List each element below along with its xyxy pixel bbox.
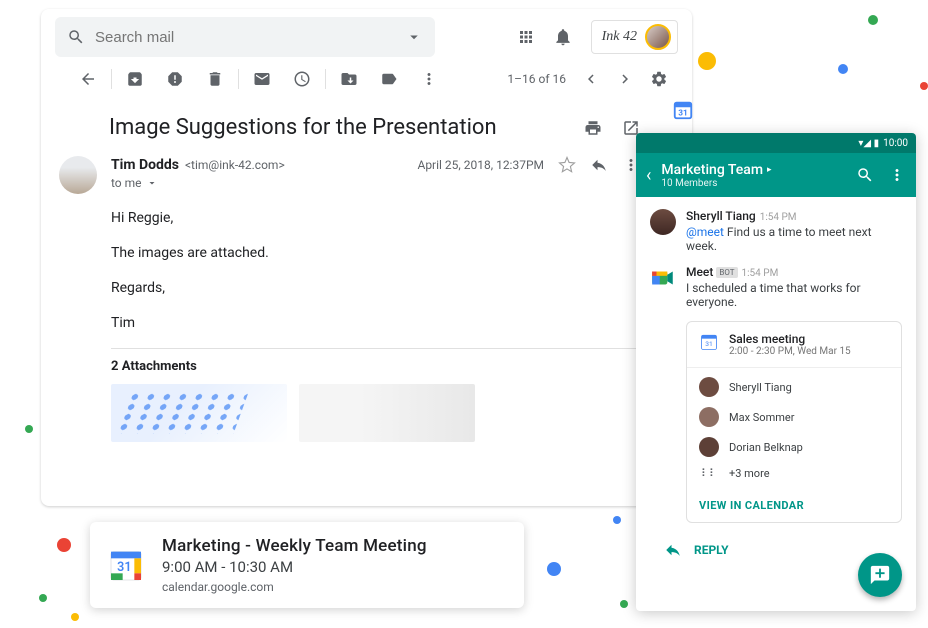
reply-arrow-icon (664, 541, 682, 559)
notification-title: Marketing - Weekly Team Meeting (162, 536, 427, 556)
fab-new-button[interactable] (858, 553, 902, 597)
svg-text:31: 31 (117, 560, 131, 575)
action-toolbar: 1–16 of 16 (55, 57, 678, 95)
add-message-icon (869, 564, 891, 586)
notification-time: 9:00 AM - 10:30 AM (162, 558, 427, 576)
notifications-icon[interactable] (553, 27, 573, 47)
chat-avatar (650, 209, 676, 235)
star-icon[interactable] (558, 156, 576, 174)
chat-message: Sheryll Tiang1:54 PM @meet Find us a tim… (650, 209, 902, 253)
svg-text:31: 31 (705, 340, 712, 348)
back-arrow-icon[interactable] (79, 70, 97, 88)
spam-icon[interactable] (166, 70, 184, 88)
reply-icon[interactable] (590, 156, 608, 174)
search-box[interactable] (55, 17, 435, 57)
to-line: to me (111, 176, 142, 190)
archive-icon[interactable] (126, 70, 144, 88)
attendee-row: Max Sommer (687, 402, 901, 432)
expand-recipients-icon[interactable] (146, 177, 158, 189)
view-in-calendar-button[interactable]: VIEW IN CALENDAR (687, 489, 901, 522)
meet-icon (650, 265, 676, 291)
event-title: Sales meeting (729, 332, 851, 346)
gmail-window: Ink 42 1–16 of 16 (41, 9, 692, 506)
search-input[interactable] (95, 29, 395, 46)
attendee-row: Dorian Belknap (687, 432, 901, 462)
search-icon (67, 28, 85, 46)
email-subject: Image Suggestions for the Presentation (109, 115, 584, 140)
attachment-2[interactable] (299, 384, 475, 442)
attachments-label: 2 Attachments (111, 359, 640, 374)
attendee-more[interactable]: ⠇⠇+3 more (687, 462, 901, 485)
mobile-search-icon[interactable] (856, 166, 874, 184)
notification-source: calendar.google.com (162, 580, 427, 594)
move-to-icon[interactable] (340, 70, 358, 88)
delete-icon[interactable] (206, 70, 224, 88)
chat-message: MeetBOT1:54 PM I scheduled a time that w… (650, 265, 902, 309)
mobile-chat-window: ▾◢ ▮ 10:00 ‹ Marketing Team ▸ 10 Members… (636, 133, 916, 611)
message-timestamp: April 25, 2018, 12:37PM (417, 158, 544, 172)
mobile-more-icon[interactable] (888, 166, 906, 184)
print-icon[interactable] (584, 119, 602, 137)
apps-icon[interactable] (517, 28, 535, 46)
bot-badge: BOT (716, 267, 737, 278)
event-time: 2:00 - 2:30 PM, Wed Mar 15 (729, 346, 851, 357)
sender-name: Tim Dodds (111, 157, 179, 173)
mark-unread-icon[interactable] (253, 70, 271, 88)
attachment-1[interactable] (111, 384, 287, 442)
brand-text: Ink 42 (602, 29, 637, 45)
room-members: 10 Members (661, 178, 771, 189)
user-avatar[interactable] (645, 24, 671, 50)
mention[interactable]: @meet (686, 225, 724, 239)
snooze-icon[interactable] (293, 70, 311, 88)
prev-page-icon[interactable] (582, 70, 600, 88)
calendar-mini-icon: 31 (699, 332, 719, 352)
email-body: Hi Reggie, The images are attached. Rega… (111, 208, 640, 334)
calendar-icon: 31 (106, 545, 146, 585)
sender-avatar (59, 156, 97, 194)
dropdown-caret-icon[interactable] (405, 28, 423, 46)
calendar-sidebar-icon[interactable]: 31 (672, 99, 694, 121)
sender-email: <tim@ink-42.com> (185, 158, 285, 172)
next-page-icon[interactable] (616, 70, 634, 88)
settings-icon[interactable] (650, 70, 668, 88)
svg-text:31: 31 (678, 109, 687, 119)
status-bar: ▾◢ ▮ 10:00 (636, 133, 916, 153)
event-card[interactable]: 31 Sales meeting 2:00 - 2:30 PM, Wed Mar… (686, 321, 902, 523)
brand-chip[interactable]: Ink 42 (591, 20, 678, 54)
attendee-row: Sheryll Tiang (687, 372, 901, 402)
calendar-notification[interactable]: 31 Marketing - Weekly Team Meeting 9:00 … (90, 522, 524, 608)
more-icon[interactable] (420, 70, 438, 88)
label-icon[interactable] (380, 70, 398, 88)
mobile-header: ‹ Marketing Team ▸ 10 Members (636, 153, 916, 197)
room-name[interactable]: Marketing Team ▸ (661, 162, 771, 178)
pagination-text: 1–16 of 16 (507, 72, 566, 86)
back-icon[interactable]: ‹ (646, 165, 651, 186)
